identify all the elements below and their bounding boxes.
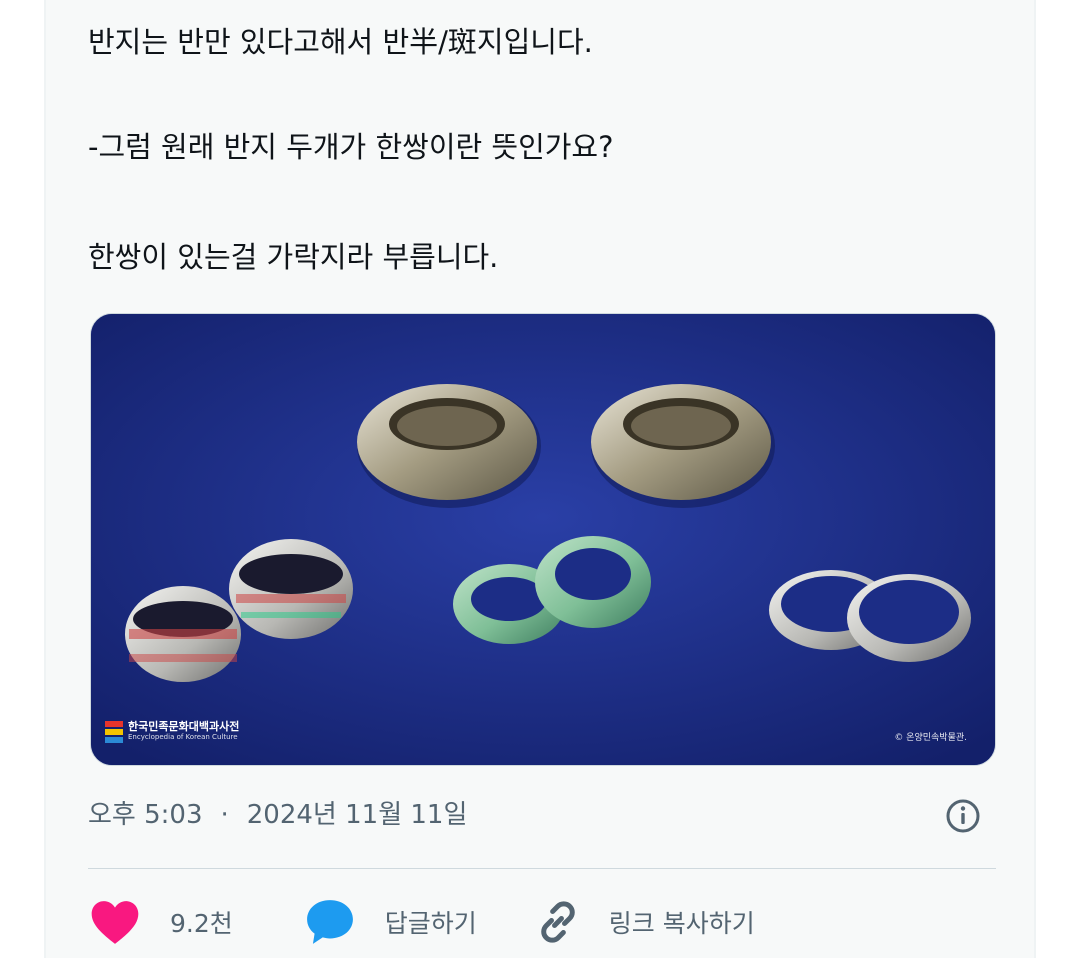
- tweet-text-line-1: 반지는 반만 있다고해서 반半/斑지입니다.: [88, 25, 593, 59]
- tweet-detail-card: 반지는 반만 있다고해서 반半/斑지입니다. -그럼 원래 반지 두개가 한쌍이…: [44, 0, 1036, 958]
- encyclopedia-logo-icon: [105, 721, 123, 743]
- tweet-timestamp[interactable]: 오후 5:03 · 2024년 11월 11일: [88, 796, 467, 834]
- heart-icon: [91, 901, 139, 944]
- enamel-ring-right: [229, 539, 353, 639]
- link-icon: [541, 901, 575, 943]
- jade-ring-right: [535, 536, 651, 628]
- divider: [88, 868, 996, 869]
- like-button[interactable]: 9.2천: [90, 899, 233, 945]
- large-silver-ring-left: [357, 384, 541, 508]
- meta-separator: ·: [220, 800, 229, 830]
- tweet-photo[interactable]: 한국민족문화대백과사전 Encyclopedia of Korean Cultu…: [90, 313, 996, 766]
- enamel-ring-left: [125, 586, 241, 682]
- speech-bubble-icon: [306, 900, 353, 944]
- photo-credit: © 온양민속박물관.: [894, 733, 967, 743]
- engraved-ring-right: [847, 574, 971, 662]
- tweet-action-bar: 9.2천 답글하기 링크 복사하기: [90, 894, 755, 950]
- large-silver-ring-right: [591, 384, 775, 508]
- tweet-date: 2024년 11월 11일: [246, 800, 468, 830]
- reply-label: 답글하기: [384, 909, 477, 938]
- tweet-text-line-3: 한쌍이 있는걸 가락지라 부릅니다.: [88, 240, 499, 274]
- tweet-text-line-2: -그럼 원래 반지 두개가 한쌍이란 뜻인가요?: [88, 130, 614, 164]
- copy-link-label: 링크 복사하기: [608, 909, 755, 938]
- encyclopedia-watermark: 한국민족문화대백과사전 Encyclopedia of Korean Cultu…: [105, 721, 239, 743]
- like-count: 9.2천: [170, 909, 233, 938]
- tweet-time: 오후 5:03: [88, 800, 203, 830]
- info-icon[interactable]: [945, 798, 981, 834]
- watermark-subtitle: Encyclopedia of Korean Culture: [128, 733, 238, 741]
- watermark-title: 한국민족문화대백과사전: [128, 720, 240, 733]
- rings-photo-illustration: [91, 314, 995, 765]
- copy-link-button[interactable]: 링크 복사하기: [535, 899, 755, 945]
- reply-button[interactable]: 답글하기: [305, 898, 477, 946]
